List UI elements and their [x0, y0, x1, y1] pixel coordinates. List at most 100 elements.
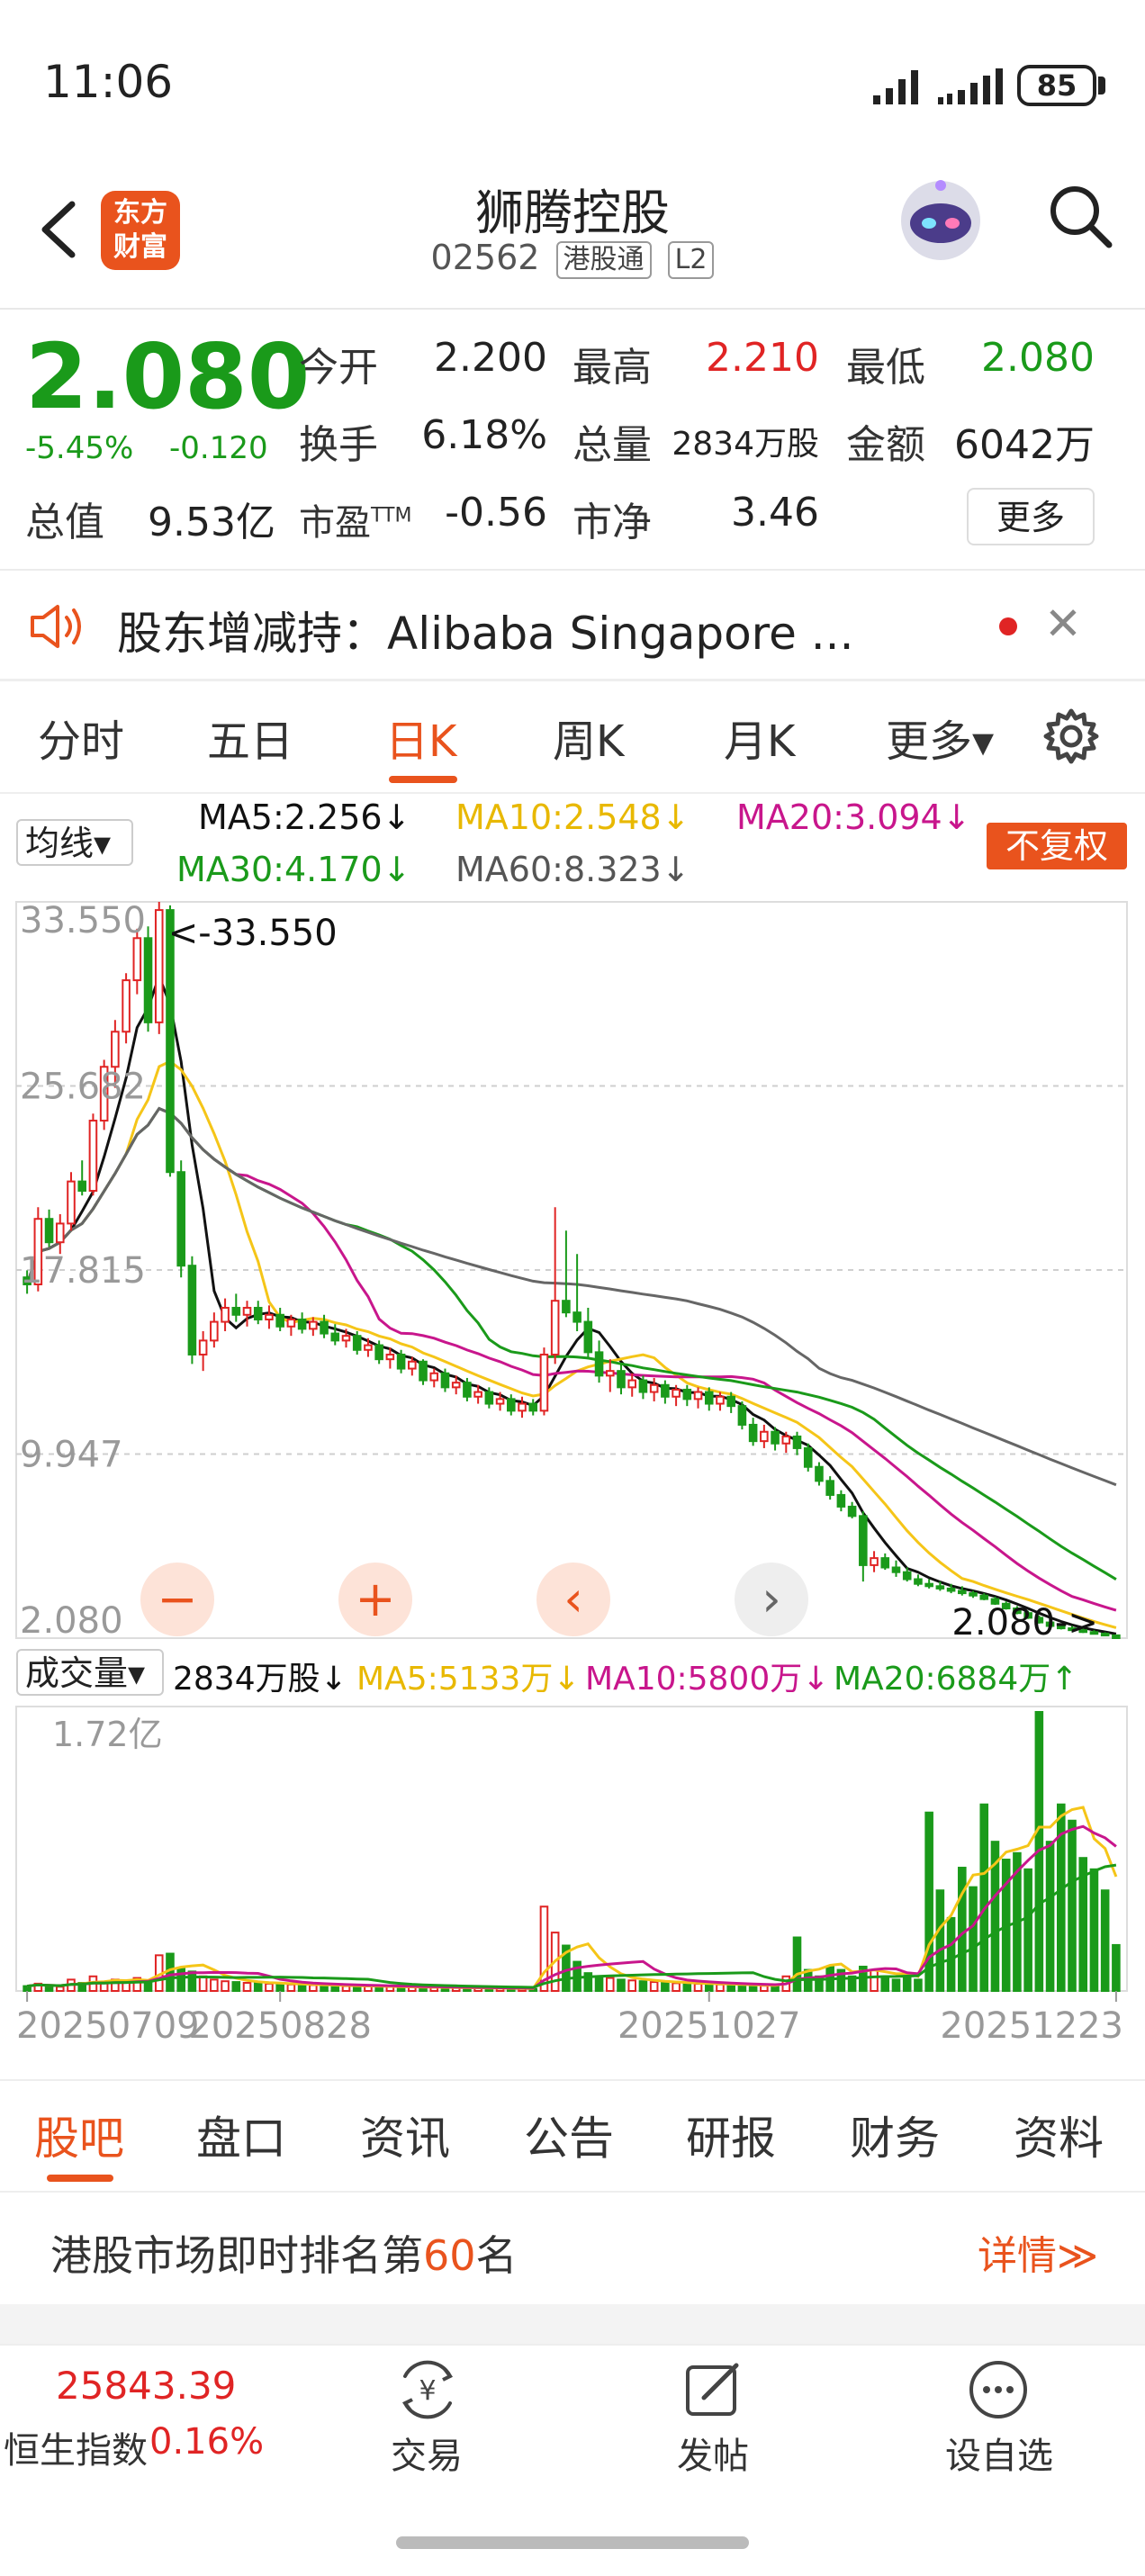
- candle-body: [924, 1582, 933, 1588]
- volume-bar: [771, 1985, 780, 1992]
- candle-body: [286, 1318, 296, 1328]
- zoom-out-button[interactable]: −: [140, 1563, 214, 1636]
- candle-body: [902, 1571, 912, 1581]
- candle-body: [781, 1435, 791, 1445]
- candle-body: [693, 1391, 703, 1401]
- pe-label: 市盈TTM: [299, 493, 411, 545]
- volume-bar: [726, 1984, 735, 1992]
- candle-body: [562, 1300, 571, 1314]
- rank-detail-link[interactable]: 详情≫: [978, 2223, 1098, 2281]
- scroll-left-button[interactable]: ‹: [536, 1563, 610, 1636]
- candle-body: [1112, 1634, 1121, 1640]
- tab-intraday[interactable]: 分时: [38, 706, 124, 769]
- zoom-in-button[interactable]: +: [338, 1563, 412, 1636]
- level-tag: L2: [667, 240, 715, 279]
- candle-body: [297, 1318, 307, 1330]
- candle-body: [737, 1405, 747, 1426]
- tab-five-day[interactable]: 五日: [207, 706, 293, 769]
- candle-body: [408, 1360, 417, 1370]
- robot-assistant-icon[interactable]: [891, 171, 990, 270]
- volume-bar: [242, 1981, 252, 1993]
- index-change[interactable]: 0.16%: [149, 2421, 264, 2463]
- candle-body: [429, 1372, 439, 1382]
- volume-bar: [265, 1982, 274, 1992]
- volume-bar: [693, 1983, 703, 1993]
- tab-monthly-k[interactable]: 月K: [724, 706, 795, 769]
- candle-body: [914, 1578, 923, 1585]
- volume-bar: [935, 1889, 945, 1993]
- tab-more[interactable]: 更多▾: [886, 706, 994, 769]
- candle-body: [859, 1515, 868, 1566]
- tab-order-book[interactable]: 盘口: [196, 2103, 286, 2167]
- stock-code: 02562: [430, 238, 540, 277]
- tab-profile[interactable]: 资料: [1014, 2103, 1104, 2167]
- volume-bar: [1112, 1943, 1121, 1993]
- more-quote-button[interactable]: 更多: [967, 488, 1095, 545]
- tab-financials[interactable]: 财务: [850, 2103, 940, 2167]
- x-tick-label: 20250828: [188, 2005, 372, 2047]
- volume-bar: [1100, 1889, 1110, 1993]
- post-label[interactable]: 发帖: [677, 2427, 749, 2479]
- quote-divider: [0, 569, 1145, 571]
- volume-bar: [682, 1982, 692, 1993]
- volume-bar: [1023, 1868, 1032, 1992]
- active-tab-indicator: [389, 776, 457, 783]
- tab-daily-k[interactable]: 日K: [385, 706, 456, 769]
- gear-icon[interactable]: [1042, 707, 1100, 765]
- trade-label[interactable]: 交易: [391, 2427, 463, 2479]
- candle-body: [419, 1360, 428, 1382]
- kline-chart[interactable]: 33.550 25.682 17.815 9.947 2.080 <-33.550 2.08…: [0, 895, 1145, 2086]
- candle-body: [638, 1379, 648, 1393]
- candle-body: [352, 1335, 362, 1351]
- tab-news[interactable]: 资讯: [360, 2103, 450, 2167]
- section-tabs-top-border: [0, 2079, 1145, 2081]
- tab-announcements[interactable]: 公告: [524, 2103, 614, 2167]
- post-icon[interactable]: [682, 2358, 745, 2421]
- candle-body: [969, 1592, 978, 1597]
- x-ticks: 2025070920250828 20251027 20251223: [16, 1991, 1123, 2047]
- volume-bar: [748, 1984, 758, 1992]
- candle-body: [440, 1372, 450, 1389]
- candle-body: [1100, 1633, 1110, 1637]
- candle-body: [550, 1300, 560, 1356]
- tab-forum[interactable]: 股吧: [34, 2103, 124, 2167]
- price-grid: [16, 1085, 1127, 1455]
- scroll-right-button[interactable]: ›: [735, 1563, 808, 1636]
- candle-body: [176, 1171, 185, 1267]
- high-label: 最高: [572, 345, 652, 391]
- volume-bar: [231, 1981, 241, 1992]
- home-indicator: [396, 2536, 749, 2549]
- search-button[interactable]: [1044, 180, 1116, 252]
- rank-number: 60: [423, 2231, 476, 2280]
- indicator-select[interactable]: 均线▾: [16, 819, 133, 866]
- ma20-line: [25, 1106, 1117, 1612]
- min-price-marker: 2.080->: [951, 1602, 1097, 1644]
- candle-body: [275, 1313, 284, 1328]
- candle-body: [385, 1353, 395, 1361]
- volume-bar: [1045, 1841, 1055, 1992]
- ma30-legend: MA30:4.170↓: [176, 850, 411, 889]
- adjust-toggle-button[interactable]: 不复权: [987, 823, 1127, 869]
- index-value[interactable]: 25843.39: [56, 2364, 236, 2408]
- candle-body: [803, 1446, 813, 1468]
- trade-icon[interactable]: ¥: [392, 2358, 463, 2421]
- volume-value: 2834万股: [672, 426, 819, 463]
- last-price: 2.080: [25, 324, 311, 429]
- candle-body: [760, 1430, 769, 1443]
- candle-body: [792, 1435, 802, 1449]
- candle-body: [704, 1391, 714, 1405]
- news-headline[interactable]: 股东增减持：Alibaba Singapore ...: [117, 598, 853, 662]
- rank-prefix: 港股市场即时排名第: [50, 2231, 423, 2280]
- candle-body: [221, 1306, 230, 1323]
- add-watchlist-label[interactable]: 设自选: [945, 2427, 1053, 2479]
- tab-research[interactable]: 研报: [686, 2103, 776, 2167]
- tab-weekly-k[interactable]: 周K: [553, 706, 624, 769]
- index-name[interactable]: 恒生指数: [4, 2421, 148, 2473]
- connect-tag: 港股通: [555, 240, 652, 279]
- volume-indicator-select[interactable]: 成交量▾: [16, 1649, 164, 1696]
- close-icon[interactable]: ✕: [1044, 598, 1082, 650]
- active-section-indicator: [47, 2175, 113, 2182]
- candle-body: [341, 1335, 351, 1342]
- more-dots-icon[interactable]: [967, 2358, 1030, 2421]
- candle-body: [836, 1493, 846, 1508]
